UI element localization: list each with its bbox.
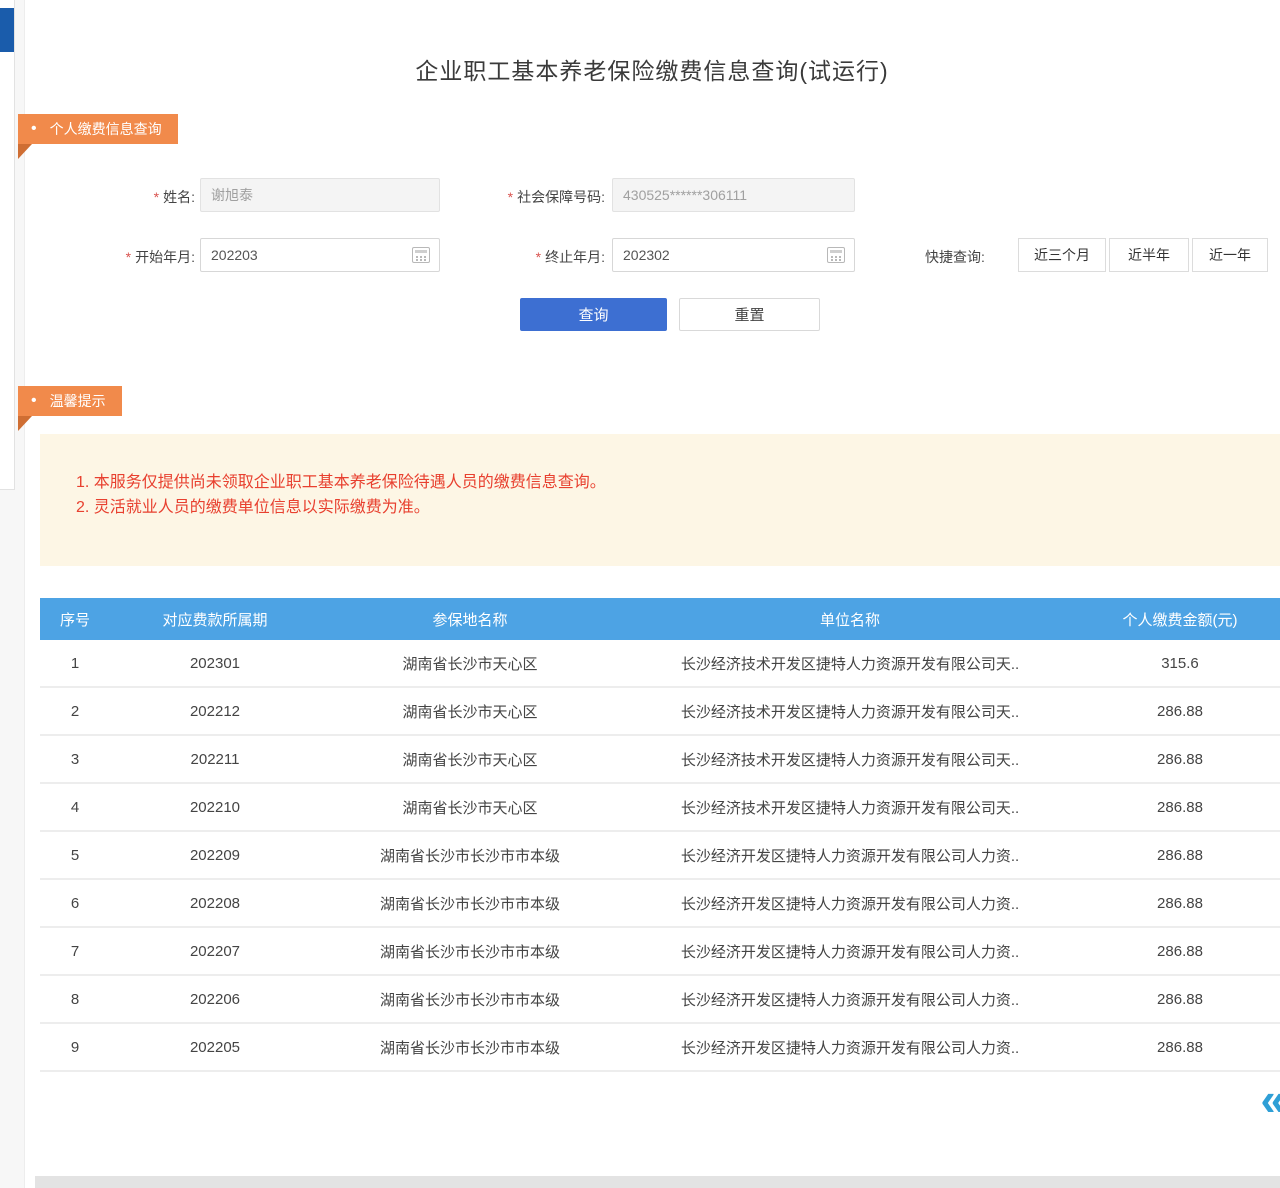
table-cell: 7 (40, 943, 110, 960)
table-cell: 286.88 (1080, 703, 1280, 720)
section-badge-label: 温馨提示 (50, 391, 106, 411)
section-badge-personal-query: • 个人缴费信息查询 (18, 114, 178, 144)
table-cell: 202211 (110, 751, 320, 768)
table-cell: 202206 (110, 991, 320, 1008)
table-header-cell: 参保地名称 (320, 609, 620, 630)
table-header-cell: 个人缴费金额(元) (1080, 609, 1280, 630)
table-row: 4202210湖南省长沙市天心区长沙经济技术开发区捷特人力资源开发有限公司天..… (40, 784, 1280, 832)
table-cell: 1 (40, 655, 110, 672)
table-cell: 2 (40, 703, 110, 720)
table-cell: 286.88 (1080, 1039, 1280, 1056)
table-cell: 长沙经济技术开发区捷特人力资源开发有限公司天.. (620, 749, 1080, 770)
table-cell: 湖南省长沙市天心区 (320, 653, 620, 674)
results-table: 序号对应费款所属期参保地名称单位名称个人缴费金额(元) 1202301湖南省长沙… (40, 598, 1280, 1072)
table-cell: 湖南省长沙市长沙市市本级 (320, 845, 620, 866)
quick-query-label: 快捷查询: (925, 247, 1010, 267)
table-cell: 长沙经济技术开发区捷特人力资源开发有限公司天.. (620, 701, 1080, 722)
table-cell: 286.88 (1080, 991, 1280, 1008)
table-row: 5202209湖南省长沙市长沙市市本级长沙经济开发区捷特人力资源开发有限公司人力… (40, 832, 1280, 880)
quick-query-1year-button[interactable]: 近一年 (1192, 238, 1268, 272)
table-row: 6202208湖南省长沙市长沙市市本级长沙经济开发区捷特人力资源开发有限公司人力… (40, 880, 1280, 928)
quick-query-halfyear-button[interactable]: 近半年 (1109, 238, 1189, 272)
table-cell: 长沙经济技术开发区捷特人力资源开发有限公司天.. (620, 797, 1080, 818)
table-row: 2202212湖南省长沙市天心区长沙经济技术开发区捷特人力资源开发有限公司天..… (40, 688, 1280, 736)
table-header-row: 序号对应费款所属期参保地名称单位名称个人缴费金额(元) (40, 598, 1280, 640)
table-cell: 湖南省长沙市天心区 (320, 749, 620, 770)
tips-line-1: 1. 本服务仅提供尚未领取企业职工基本养老保险待遇人员的缴费信息查询。 (76, 470, 1260, 495)
table-row: 8202206湖南省长沙市长沙市市本级长沙经济开发区捷特人力资源开发有限公司人力… (40, 976, 1280, 1024)
end-date-label: *终止年月: (455, 247, 605, 267)
table-row: 1202301湖南省长沙市天心区长沙经济技术开发区捷特人力资源开发有限公司天..… (40, 640, 1280, 688)
table-cell: 3 (40, 751, 110, 768)
table-cell: 9 (40, 1039, 110, 1056)
table-cell: 湖南省长沙市天心区 (320, 797, 620, 818)
required-asterisk: * (154, 189, 159, 205)
table-cell: 202212 (110, 703, 320, 720)
sidebar-blue-tab[interactable] (0, 8, 14, 52)
table-cell: 8 (40, 991, 110, 1008)
table-cell: 湖南省长沙市长沙市市本级 (320, 941, 620, 962)
query-button[interactable]: 查询 (520, 298, 667, 331)
table-header-cell: 单位名称 (620, 609, 1080, 630)
page-title: 企业职工基本养老保险缴费信息查询(试运行) (24, 52, 1280, 86)
table-cell: 315.6 (1080, 655, 1280, 672)
table-cell: 202208 (110, 895, 320, 912)
table-header-cell: 序号 (40, 609, 110, 630)
start-date-label: *开始年月: (60, 247, 195, 267)
table-cell: 286.88 (1080, 943, 1280, 960)
calendar-icon[interactable] (412, 247, 430, 263)
end-date-input[interactable] (612, 238, 855, 272)
table-cell: 286.88 (1080, 895, 1280, 912)
section-badge-label: 个人缴费信息查询 (50, 119, 162, 139)
collapsed-sidebar (0, 0, 15, 490)
table-body: 1202301湖南省长沙市天心区长沙经济技术开发区捷特人力资源开发有限公司天..… (40, 640, 1280, 1072)
table-cell: 286.88 (1080, 751, 1280, 768)
calendar-icon[interactable] (827, 247, 845, 263)
name-label: *姓名: (60, 187, 195, 207)
table-cell: 286.88 (1080, 847, 1280, 864)
table-row: 3202211湖南省长沙市天心区长沙经济技术开发区捷特人力资源开发有限公司天..… (40, 736, 1280, 784)
table-cell: 长沙经济开发区捷特人力资源开发有限公司人力资.. (620, 845, 1080, 866)
required-asterisk: * (536, 249, 541, 265)
table-cell: 长沙经济开发区捷特人力资源开发有限公司人力资.. (620, 989, 1080, 1010)
quick-query-3months-button[interactable]: 近三个月 (1018, 238, 1106, 272)
table-cell: 湖南省长沙市天心区 (320, 701, 620, 722)
bullet-icon: • (31, 393, 37, 409)
page: 企业职工基本养老保险缴费信息查询(试运行) • 个人缴费信息查询 *姓名: *社… (0, 0, 1280, 1188)
table-cell: 5 (40, 847, 110, 864)
required-asterisk: * (126, 249, 131, 265)
table-cell: 湖南省长沙市长沙市市本级 (320, 893, 620, 914)
table-cell: 202205 (110, 1039, 320, 1056)
table-cell: 长沙经济开发区捷特人力资源开发有限公司人力资.. (620, 941, 1080, 962)
table-header-cell: 对应费款所属期 (110, 609, 320, 630)
ssn-label: *社会保障号码: (455, 187, 605, 207)
table-cell: 202209 (110, 847, 320, 864)
end-date-field[interactable] (612, 238, 855, 272)
table-cell: 长沙经济开发区捷特人力资源开发有限公司人力资.. (620, 1037, 1080, 1058)
start-date-input[interactable] (200, 238, 440, 272)
bottom-scrollbar-track[interactable] (35, 1176, 1280, 1188)
table-row: 9202205湖南省长沙市长沙市市本级长沙经济开发区捷特人力资源开发有限公司人力… (40, 1024, 1280, 1072)
table-cell: 202207 (110, 943, 320, 960)
table-cell: 4 (40, 799, 110, 816)
collapse-chevron-icon[interactable]: « (1260, 1076, 1280, 1122)
reset-button[interactable]: 重置 (679, 298, 820, 331)
tips-line-2: 2. 灵活就业人员的缴费单位信息以实际缴费为准。 (76, 495, 1260, 520)
table-row: 7202207湖南省长沙市长沙市市本级长沙经济开发区捷特人力资源开发有限公司人力… (40, 928, 1280, 976)
table-cell: 202210 (110, 799, 320, 816)
name-field (200, 178, 440, 212)
table-cell: 湖南省长沙市长沙市市本级 (320, 989, 620, 1010)
ssn-field (612, 178, 855, 212)
tips-notice-box: 1. 本服务仅提供尚未领取企业职工基本养老保险待遇人员的缴费信息查询。 2. 灵… (40, 434, 1280, 566)
section-badge-tips: • 温馨提示 (18, 386, 122, 416)
table-cell: 湖南省长沙市长沙市市本级 (320, 1037, 620, 1058)
table-cell: 286.88 (1080, 799, 1280, 816)
table-cell: 202301 (110, 655, 320, 672)
bullet-icon: • (31, 121, 37, 137)
table-cell: 6 (40, 895, 110, 912)
start-date-field[interactable] (200, 238, 440, 272)
table-cell: 长沙经济技术开发区捷特人力资源开发有限公司天.. (620, 653, 1080, 674)
table-cell: 长沙经济开发区捷特人力资源开发有限公司人力资.. (620, 893, 1080, 914)
required-asterisk: * (508, 189, 513, 205)
